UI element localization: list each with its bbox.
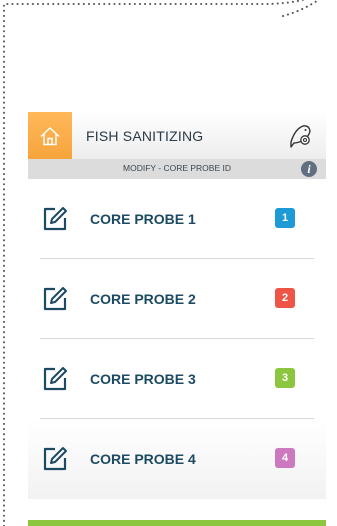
probe-list: CORE PROBE 1 1 CORE PROBE 2 2 CORE PROBE xyxy=(28,179,326,499)
edit-icon[interactable] xyxy=(41,205,69,231)
edit-icon[interactable] xyxy=(41,285,69,311)
probe-row-2: CORE PROBE 2 2 xyxy=(28,259,326,339)
probe-label[interactable]: CORE PROBE 3 xyxy=(90,371,196,387)
probe-label[interactable]: CORE PROBE 1 xyxy=(90,211,196,227)
probe-number-badge: 3 xyxy=(275,368,295,388)
probe-label[interactable]: CORE PROBE 2 xyxy=(90,291,196,307)
probe-number-badge: 1 xyxy=(275,208,295,228)
home-button[interactable] xyxy=(28,112,72,159)
header-bar: FISH SANITIZING xyxy=(28,112,326,159)
page-title: FISH SANITIZING xyxy=(86,128,204,144)
info-icon[interactable]: i xyxy=(301,161,317,177)
probe-label[interactable]: CORE PROBE 4 xyxy=(90,451,196,467)
footer-bar xyxy=(28,520,326,526)
app-panel: FISH SANITIZING MODIFY - CORE PROBE ID i xyxy=(28,112,326,526)
probe-row-1: CORE PROBE 1 1 xyxy=(28,179,326,259)
fish-settings-button[interactable] xyxy=(286,120,316,150)
probe-number-badge: 2 xyxy=(275,288,295,308)
edit-icon[interactable] xyxy=(41,365,69,391)
fish-gear-icon xyxy=(290,125,311,148)
edit-icon[interactable] xyxy=(41,445,69,471)
subheader-title: MODIFY - CORE PROBE ID xyxy=(123,163,231,173)
subheader-bar: MODIFY - CORE PROBE ID i xyxy=(28,159,326,179)
probe-row-4: CORE PROBE 4 4 xyxy=(28,419,326,499)
probe-number-badge: 4 xyxy=(275,448,295,468)
home-icon xyxy=(40,126,60,145)
screen: FISH SANITIZING MODIFY - CORE PROBE ID i xyxy=(0,0,337,526)
probe-row-3: CORE PROBE 3 3 xyxy=(28,339,326,419)
